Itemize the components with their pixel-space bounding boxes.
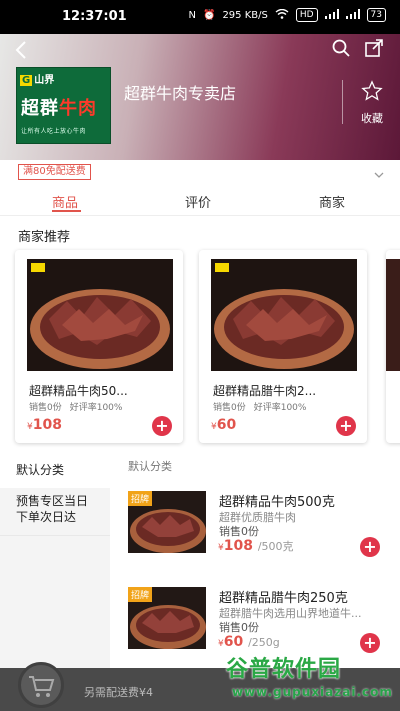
product-name: 超群精品腊牛肉250克 (219, 591, 348, 606)
back-icon[interactable] (10, 38, 34, 62)
sales-count: 销售0份 (219, 525, 259, 538)
add-to-cart-button[interactable]: + (336, 416, 356, 436)
product-row[interactable]: 招牌 超群精品牛肉500克 超群优质腊牛肉 销售0份 ¥108 /500克 + (110, 488, 400, 578)
favorite-label: 收藏 (361, 112, 383, 125)
hd-badge: HD (295, 8, 318, 22)
logo-title: 超群牛肉 (21, 98, 97, 119)
product-price: ¥60 /250g (218, 634, 280, 650)
recommend-title: 商家推荐 (18, 230, 71, 245)
battery-icon: 73 (366, 8, 386, 22)
watermark-title: 谷普软件园 (226, 657, 342, 682)
status-icons: N ⏰ 295 KB/S HD 73 (188, 8, 386, 22)
search-icon[interactable] (331, 38, 351, 58)
product-stats: 销售0份 好评率100% (213, 400, 306, 413)
product-price: ¥108 (27, 417, 62, 433)
signal-icon (324, 8, 339, 22)
product-name: 超群精品牛肉500克 (219, 495, 335, 510)
signal-icon-2 (345, 8, 360, 22)
logo-brand: G 山界 (20, 75, 55, 86)
nfc-icon: N (188, 9, 196, 21)
tab-reviews[interactable]: 评价 (185, 192, 211, 211)
sales-count: 销售0份 (219, 621, 259, 634)
category-default[interactable]: 默认分类 (0, 452, 110, 488)
product-price: ¥108 /500克 (218, 538, 294, 554)
add-to-cart-button[interactable]: + (152, 416, 172, 436)
store-page: 12:37:01 N ⏰ 295 KB/S HD 73 G 山界 超群牛肉 让所… (0, 0, 400, 711)
store-logo: G 山界 超群牛肉 让所有人吃上放心牛肉 (16, 67, 111, 144)
product-image: 招牌 (128, 587, 206, 649)
category-presale[interactable]: 预售专区当日下单次日达 (0, 488, 110, 536)
rating: 好评率100% (253, 403, 307, 413)
alarm-icon: ⏰ (202, 9, 216, 21)
status-time: 12:37:01 (62, 9, 127, 24)
divider (342, 80, 343, 124)
signature-tag: 招牌 (128, 587, 153, 602)
product-image: 招牌 (128, 491, 206, 553)
cart-button[interactable] (18, 662, 64, 708)
status-bar: 12:37:01 N ⏰ 295 KB/S HD 73 (0, 0, 400, 34)
logo-tagline: 让所有人吃上放心牛肉 (21, 128, 87, 135)
add-to-cart-button[interactable]: + (360, 633, 380, 653)
signature-tag: 招牌 (128, 491, 153, 506)
product-image (27, 259, 173, 371)
recommend-card[interactable]: 超群精品牛肉50... 销售0份 好评率100% ¥108 + (15, 250, 183, 443)
watermark: 谷普软件园 www.gupuxiazai.com (224, 651, 398, 709)
store-name: 超群牛肉专卖店 (124, 84, 237, 103)
tab-underline (52, 210, 81, 212)
product-name: 超群精品牛肉50... (29, 384, 128, 398)
add-to-cart-button[interactable]: + (360, 537, 380, 557)
favorite-button[interactable]: 收藏 (352, 80, 392, 126)
sales-count: 销售0份 (29, 403, 62, 413)
watermark-url: www.gupuxiazai.com (232, 685, 393, 699)
wifi-icon (275, 8, 289, 22)
delivery-fee-text: 另需配送费¥4 (84, 686, 153, 699)
network-speed: 295 KB/S (222, 9, 268, 21)
tab-merchant[interactable]: 商家 (319, 192, 345, 211)
share-icon[interactable] (364, 38, 384, 58)
star-icon (361, 80, 383, 101)
sales-count: 销售0份 (213, 403, 246, 413)
promo-badge: 满80免配送费 (18, 164, 91, 180)
recommend-card-partial[interactable] (386, 250, 400, 443)
section-label: 默认分类 (128, 460, 172, 473)
product-name: 超群精品腊牛肉2... (213, 384, 317, 398)
product-stats: 销售0份 好评率100% (29, 400, 122, 413)
product-price: ¥60 (211, 417, 237, 433)
product-image (211, 259, 357, 371)
rating: 好评率100% (69, 403, 123, 413)
recommend-card[interactable]: 超群精品腊牛肉2... 销售0份 好评率100% ¥60 + (199, 250, 367, 443)
chevron-down-icon[interactable] (373, 165, 385, 178)
tab-products[interactable]: 商品 (52, 192, 78, 211)
cart-icon (29, 676, 55, 697)
